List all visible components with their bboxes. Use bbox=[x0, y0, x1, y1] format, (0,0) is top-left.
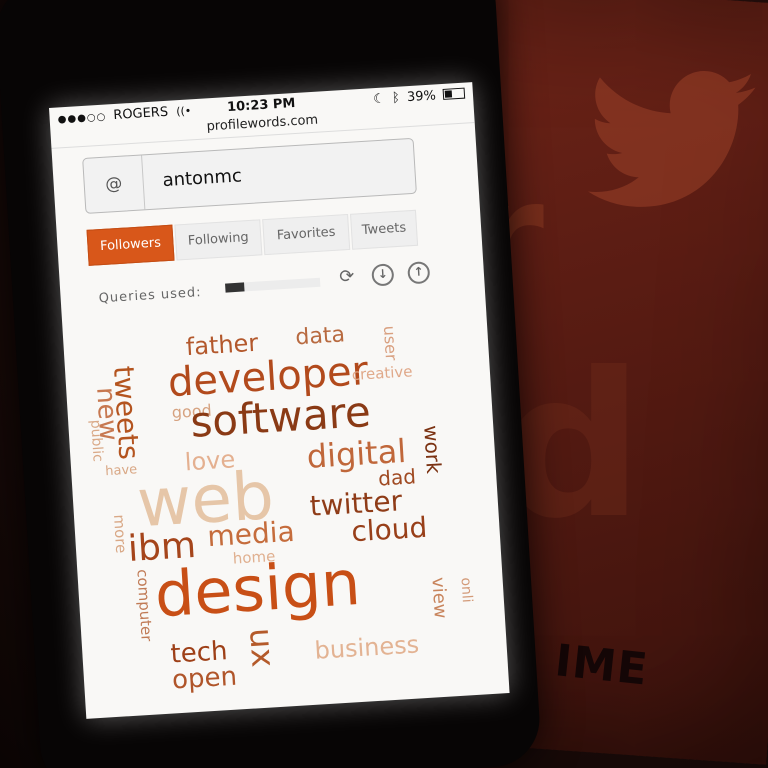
at-prefix: @ bbox=[83, 155, 146, 213]
tab-favorites[interactable]: Favorites bbox=[262, 213, 351, 256]
word-user: user bbox=[379, 325, 402, 362]
phone-screen: ●●●○○ ROGERS ((• 10:23 PM ☾ ᛒ 39% profil… bbox=[49, 82, 510, 719]
download-icon[interactable]: ↓ bbox=[371, 263, 395, 287]
word-data: data bbox=[294, 322, 346, 351]
word-more: more bbox=[109, 513, 131, 554]
queries-progress-bar bbox=[225, 277, 321, 293]
word-view: view bbox=[427, 576, 451, 620]
word-design: design bbox=[152, 545, 363, 632]
refresh-icon[interactable]: ⟳ bbox=[335, 265, 358, 288]
tab-following[interactable]: Following bbox=[174, 219, 263, 261]
queries-label: Queries used: bbox=[98, 285, 202, 307]
word-ux: ux bbox=[242, 626, 283, 669]
word-cloud: cloud bbox=[350, 510, 429, 549]
handle-input[interactable]: @ antonmc bbox=[82, 137, 417, 214]
word-onli: onli bbox=[457, 576, 475, 604]
word-business: business bbox=[313, 630, 420, 665]
queries-progress-fill bbox=[225, 282, 245, 293]
moon-icon: ☾ bbox=[372, 91, 386, 108]
word-cloud: father data user developer creative twee… bbox=[62, 292, 510, 719]
bluetooth-icon: ᛒ bbox=[391, 90, 401, 107]
word-work: work bbox=[419, 424, 447, 475]
tab-tweets[interactable]: Tweets bbox=[350, 209, 419, 250]
battery-percent: 39% bbox=[406, 88, 437, 106]
word-open: open bbox=[171, 661, 238, 696]
word-media: media bbox=[206, 514, 296, 554]
battery-icon bbox=[442, 87, 466, 100]
word-computer: computer bbox=[133, 568, 156, 642]
word-creative: creative bbox=[351, 362, 413, 384]
tab-followers[interactable]: Followers bbox=[86, 224, 175, 266]
poster-text: IME bbox=[552, 635, 651, 696]
upload-icon[interactable]: ↑ bbox=[407, 261, 431, 285]
tab-bar: Followers Following Favorites Tweets bbox=[86, 209, 419, 266]
photo-scene: r d IME ●●●○○ ROGERS ((• 10:23 PM ☾ ᛒ 39… bbox=[0, 0, 768, 768]
handle-value[interactable]: antonmc bbox=[162, 165, 242, 191]
word-have: have bbox=[104, 462, 138, 480]
twitter-bird-icon bbox=[588, 71, 756, 207]
word-public: public bbox=[87, 419, 106, 463]
